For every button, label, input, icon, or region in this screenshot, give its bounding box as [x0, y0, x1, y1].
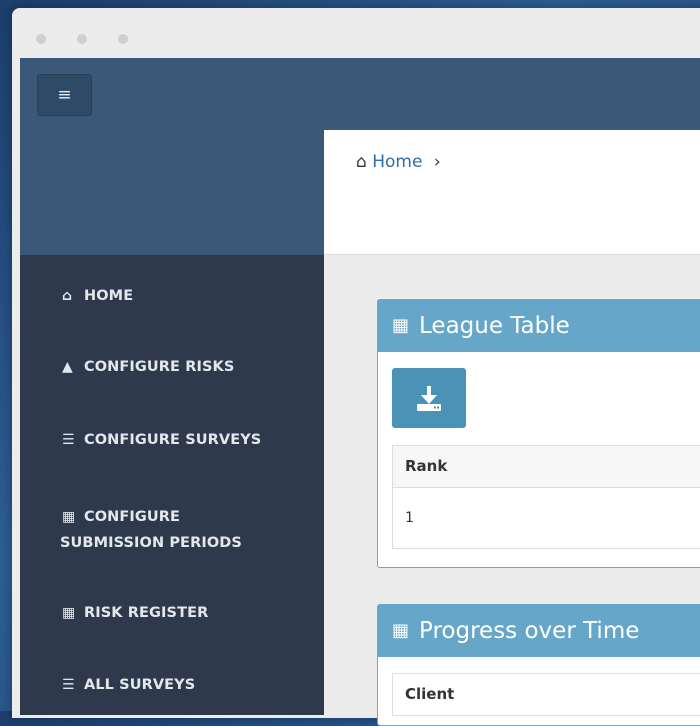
window-minimize-button[interactable]: [77, 34, 87, 44]
calendar-icon: ▦: [62, 509, 76, 525]
sidebar-item-configure-surveys[interactable]: ☰ CONFIGURE SURVEYS: [62, 432, 366, 448]
sidebar-item-all-surveys[interactable]: ☰ ALL SURVEYS: [62, 677, 366, 693]
sidebar-item-home[interactable]: ⌂ HOME: [62, 288, 366, 304]
list-icon: ☰: [62, 677, 75, 693]
panel-header: ▦ Progress over Time: [378, 605, 700, 657]
top-navbar: ≡: [20, 58, 700, 130]
sidebar-item-label: SUBMISSION PERIODS: [60, 535, 242, 551]
progress-over-time-panel: ▦ Progress over Time Client: [377, 604, 700, 726]
sidebar-item-label: CONFIGURE: [84, 509, 181, 525]
sidebar-item-risk-register[interactable]: ▦ RISK REGISTER: [62, 605, 366, 621]
sidebar-item-label: RISK REGISTER: [84, 605, 209, 621]
column-header-rank[interactable]: Rank: [393, 446, 700, 488]
sidebar-item-label: ALL SURVEYS: [84, 677, 196, 693]
home-icon: ⌂: [356, 152, 367, 172]
home-icon: ⌂: [62, 288, 73, 304]
table-icon: ▦: [62, 605, 76, 621]
list-icon: ☰: [62, 432, 75, 448]
panel-title: Progress over Time: [419, 618, 640, 644]
league-table: Rank 1: [392, 445, 700, 549]
table-icon: ▦: [392, 315, 410, 336]
panel-header: ▦ League Table: [378, 300, 700, 352]
sidebar-item-label: CONFIGURE SURVEYS: [84, 432, 262, 448]
window-maximize-button[interactable]: [118, 34, 128, 44]
league-table-panel: ▦ League Table Rank 1: [377, 299, 700, 568]
download-button[interactable]: [392, 368, 466, 428]
menu-toggle-button[interactable]: ≡: [37, 74, 92, 116]
page-header: ⌂ Home ›: [324, 130, 700, 255]
column-header-client[interactable]: Client: [393, 674, 700, 716]
table-cell-rank: 1: [405, 510, 414, 526]
sidebar-item-label: CONFIGURE RISKS: [84, 359, 235, 375]
sidebar-item-configure-submission-periods[interactable]: ▦ CONFIGURE SUBMISSION PERIODS: [60, 504, 366, 556]
table-icon: ▦: [392, 620, 410, 641]
sidebar-item-label: HOME: [84, 288, 134, 304]
hamburger-icon: ≡: [57, 85, 72, 105]
sidebar-header: [20, 130, 324, 255]
panel-title: League Table: [419, 313, 570, 339]
window-close-button[interactable]: [36, 34, 46, 44]
download-icon: [417, 386, 441, 411]
progress-table: Client: [392, 673, 700, 716]
breadcrumb-home-link[interactable]: Home: [372, 152, 422, 172]
sidebar-item-configure-risks[interactable]: ▲ CONFIGURE RISKS: [62, 359, 366, 375]
breadcrumb: ⌂ Home ›: [356, 152, 441, 172]
warning-icon: ▲: [62, 359, 73, 375]
sidebar: ⌂ HOME ▲ CONFIGURE RISKS ☰ CONFIGURE SURVEY…: [20, 255, 324, 715]
breadcrumb-separator: ›: [433, 152, 441, 172]
main-content: ▦ League Table Rank 1 ▦ Progress over Time…: [324, 255, 700, 726]
